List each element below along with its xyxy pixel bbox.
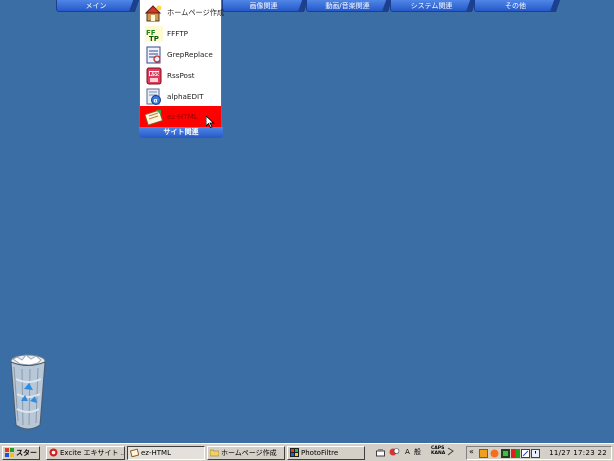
ime-toolbar-icon[interactable]	[376, 448, 385, 459]
tab-system[interactable]: システム関連	[390, 0, 477, 12]
svg-text:TP: TP	[149, 35, 159, 43]
taskbar: スタート Excite エキサイト ... ez-HTML ホームページ作成 P…	[0, 443, 614, 461]
task-ez-html[interactable]: ez-HTML	[127, 446, 205, 460]
menu-item-alpha-edit[interactable]: α alphaEDIT	[140, 86, 221, 107]
menu-item-label: alphaEDIT	[167, 92, 204, 101]
tab-image-label: 画像関連	[249, 2, 278, 10]
recycle-bin-icon	[10, 354, 46, 430]
start-button[interactable]: スタート	[2, 446, 40, 460]
tab-other-label: その他	[505, 2, 526, 10]
kana-lock-indicator: KANA	[431, 451, 446, 456]
photofiltre-icon	[290, 447, 299, 457]
tab-main[interactable]: メイン	[56, 0, 140, 12]
menu-item-label: ez-HTML	[167, 112, 198, 121]
tab-main-label: メイン	[85, 2, 107, 10]
task-label: Excite エキサイト ...	[60, 449, 125, 457]
tab-image[interactable]: 画像関連	[222, 0, 309, 12]
task-label: PhotoFiltre	[301, 449, 339, 457]
tab-video-music-label: 動画/音楽関連	[325, 2, 370, 10]
tray-app-icon-sun[interactable]	[490, 449, 499, 458]
menu-footer: サイト関連	[139, 127, 223, 138]
tray-app-icon-dark[interactable]	[501, 449, 510, 458]
task-label: ez-HTML	[141, 449, 171, 457]
tray-app-icon-color[interactable]	[511, 449, 520, 458]
tray-app-icon-pen[interactable]	[521, 449, 530, 458]
task-photofiltre[interactable]: PhotoFiltre	[287, 446, 365, 460]
task-homepage-folder[interactable]: ホームページ作成	[207, 446, 285, 460]
ez-html-icon	[129, 448, 140, 457]
start-label: スタート	[16, 449, 39, 457]
menu-item-label: RssPost	[167, 71, 195, 80]
tab-video-music[interactable]: 動画/音楽関連	[306, 0, 393, 12]
folder-icon	[209, 448, 220, 457]
site-tools-menu: ホームページ作成 FF TP FFFTP GrepReplace RSS Rss…	[139, 0, 224, 128]
tab-site-label: サイト関連	[163, 2, 198, 10]
svg-text:RSS: RSS	[150, 71, 160, 77]
launcher-bar: メイン サイト関連 画像関連 動画/音楽関連 システム関連 その他	[0, 0, 614, 14]
system-tray: « 11/27 17:23 22	[466, 446, 612, 460]
alpha-edit-icon: α	[145, 88, 163, 106]
mouse-cursor-icon	[206, 116, 215, 128]
ime-status-icon[interactable]	[389, 447, 400, 459]
excite-icon	[49, 448, 58, 457]
tray-app-icon-clock[interactable]	[531, 449, 540, 458]
svg-text:α: α	[154, 97, 158, 104]
task-excite[interactable]: Excite エキサイト ...	[46, 446, 125, 460]
tray-expand-icon[interactable]: «	[469, 448, 478, 457]
menu-footer-label: サイト関連	[163, 128, 199, 136]
tray-app-icon-orange[interactable]	[479, 449, 488, 458]
menu-item-label: FFFTP	[167, 29, 189, 38]
ez-html-icon	[144, 108, 164, 126]
menu-item-grep-replace[interactable]: GrepReplace	[140, 44, 221, 65]
ffftp-icon: FF TP	[145, 25, 163, 43]
task-label: ホームページ作成	[221, 449, 277, 457]
clock[interactable]: 11/27 17:23 22	[549, 447, 607, 459]
ime-input-mode[interactable]: A	[405, 446, 410, 458]
lock-indicators: CAPS KANA	[431, 446, 445, 456]
grep-replace-icon	[145, 46, 163, 64]
menu-item-label: GrepReplace	[167, 50, 213, 59]
menu-item-rss-post[interactable]: RSS RssPost	[140, 65, 221, 86]
windows-logo-icon	[5, 447, 14, 457]
homepage-builder-icon	[144, 4, 163, 22]
tab-system-label: システム関連	[410, 2, 453, 10]
tab-other[interactable]: その他	[474, 0, 561, 12]
rss-post-icon: RSS	[145, 67, 163, 85]
menu-item-ffftp[interactable]: FF TP FFFTP	[140, 23, 221, 44]
ime-pad-icon[interactable]	[447, 447, 454, 458]
recycle-bin[interactable]	[8, 349, 48, 435]
ime-conversion-mode[interactable]: 般	[414, 446, 421, 458]
